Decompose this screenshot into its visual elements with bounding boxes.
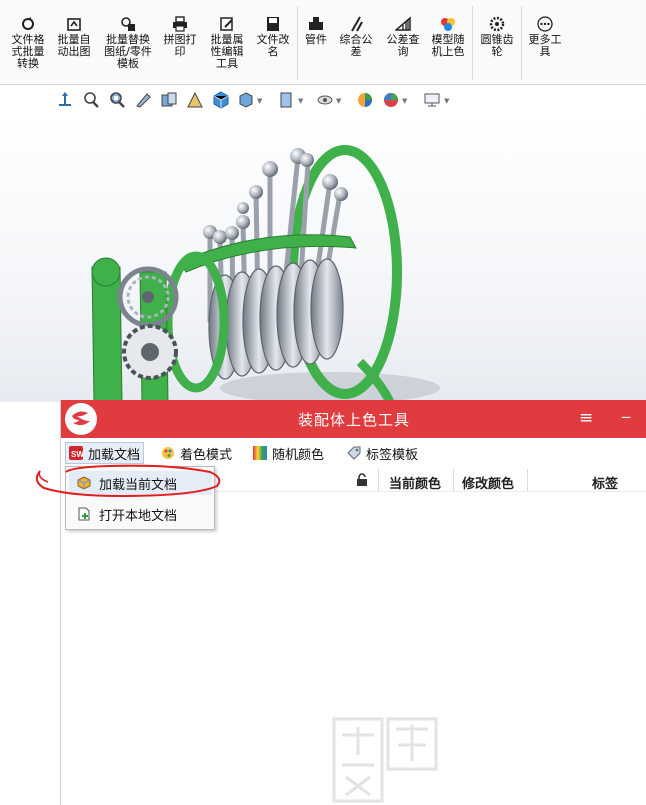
- shading-mode-label: 着色模式: [180, 447, 233, 463]
- bevel-gear-button[interactable]: 圆锥齿 轮: [476, 16, 518, 58]
- tolerance-button[interactable]: 综合公 差: [336, 16, 376, 58]
- tag-template-menu[interactable]: 标签模板: [347, 442, 418, 464]
- ribbon-label: 拼图打 印: [163, 33, 197, 58]
- gradient-icon: [253, 446, 267, 460]
- save-rename-icon: [267, 17, 279, 31]
- ribbon-label: 批量属 性编辑 工具: [210, 33, 244, 70]
- column-current-color[interactable]: 当前颜色: [389, 473, 441, 492]
- batch-drawing-icon: [67, 18, 81, 31]
- ribbon-toolbar: 文件格 式批量 转换 批量自 动出图 批量替换 图纸/零件 模板 拼图打 印 批…: [0, 0, 646, 85]
- pipe-fitting-icon: [309, 17, 323, 30]
- view-settings-icon[interactable]: [382, 91, 400, 109]
- batch-drawing-button[interactable]: 批量自 动出图: [54, 16, 94, 58]
- ribbon-label: 圆锥齿 轮: [480, 33, 514, 58]
- apply-scene-icon[interactable]: [356, 91, 374, 109]
- load-document-dropdown: 加载当前文档 打开本地文档: [65, 466, 215, 530]
- random-color-label: 随机颜色: [272, 447, 325, 463]
- load-current-document-item[interactable]: 加载当前文档: [69, 471, 212, 495]
- column-divider: [527, 469, 528, 491]
- more-tools-icon: [537, 16, 553, 32]
- ribbon-label: 更多工 具: [528, 33, 562, 58]
- pipe-fitting-button[interactable]: 管件: [300, 16, 332, 46]
- printer-icon: [173, 16, 187, 32]
- bevel-gear-icon: [489, 16, 505, 32]
- minimize-button[interactable]: ‒: [621, 407, 631, 426]
- monitor-icon[interactable]: [423, 91, 441, 109]
- sw-logo-icon: SW: [69, 446, 83, 460]
- load-document-menu[interactable]: SW 加载文档: [65, 442, 145, 464]
- tag-template-label: 标签模板: [366, 447, 419, 463]
- chevron-down-icon[interactable]: ▼: [298, 97, 303, 105]
- random-color-icon: [441, 18, 455, 31]
- section-view-icon[interactable]: [160, 91, 178, 109]
- watermark-seal: [332, 717, 438, 803]
- ribbon-label: 管件: [305, 33, 327, 46]
- tolerance-lookup-icon: [395, 16, 411, 31]
- ribbon-label: 模型随 机上色: [431, 33, 465, 58]
- random-color-menu[interactable]: 随机颜色: [253, 442, 324, 464]
- rename-button[interactable]: 文件改 名: [252, 16, 294, 58]
- column-divider: [378, 469, 379, 491]
- file-convert-icon: [22, 17, 34, 30]
- ribbon-label: 文件改 名: [256, 33, 290, 58]
- zoom-area-icon[interactable]: [108, 91, 126, 109]
- chevron-down-icon[interactable]: ▼: [444, 97, 449, 105]
- column-divider: [453, 469, 454, 491]
- column-tag[interactable]: 标签: [592, 473, 618, 492]
- ribbon-label: 综合公 差: [339, 33, 373, 58]
- chevron-down-icon[interactable]: ▼: [402, 97, 407, 105]
- ribbon-label: 公差查 询: [386, 33, 420, 58]
- tolerance-lookup-button[interactable]: 公差查 询: [382, 16, 424, 58]
- ribbon-separator: [472, 6, 473, 80]
- assembly-model-image: [91, 145, 440, 402]
- edit-properties-icon: [220, 17, 233, 31]
- view-orientation-icon[interactable]: [56, 91, 74, 109]
- column-modify-color[interactable]: 修改颜色: [462, 473, 514, 492]
- edit-properties-button[interactable]: 批量属 性编辑 工具: [206, 16, 248, 70]
- replace-template-icon: [121, 17, 135, 31]
- svg-text:SW: SW: [71, 450, 83, 459]
- ribbon-label: 批量替换 图纸/零件 模板: [104, 33, 152, 70]
- chevron-down-icon[interactable]: ▼: [257, 97, 262, 105]
- lock-icon[interactable]: [355, 473, 369, 487]
- panel-toolbar: SW 加载文档 着色模式 随机颜色 标签模板: [61, 440, 646, 466]
- graphics-viewport[interactable]: [0, 112, 646, 402]
- display-style-icon[interactable]: [237, 91, 255, 109]
- zoom-to-fit-icon[interactable]: [82, 91, 100, 109]
- view-toolbar: ▼ ▼ ▼ ▼ ▼: [0, 89, 646, 111]
- print-button[interactable]: 拼图打 印: [160, 16, 200, 58]
- hamburger-menu-icon[interactable]: ≡: [579, 408, 593, 428]
- shading-mode-menu[interactable]: 着色模式: [161, 442, 232, 464]
- ribbon-separator: [297, 6, 298, 80]
- tag-icon: [347, 446, 361, 460]
- open-local-document-item[interactable]: 打开本地文档: [69, 502, 212, 526]
- hide-show-icon[interactable]: [278, 91, 296, 109]
- cube-icon: [77, 476, 91, 490]
- ribbon-label: 文件格 式批量 转换: [11, 33, 45, 70]
- replace-template-button[interactable]: 批量替换 图纸/零件 模板: [100, 16, 156, 70]
- load-document-label: 加载文档: [88, 447, 141, 463]
- random-color-button[interactable]: 模型随 机上色: [428, 16, 468, 58]
- view-cube-icon[interactable]: [212, 91, 230, 109]
- panel-titlebar: 装配体上色工具 ≡ ‒: [61, 400, 646, 438]
- ribbon-separator: [521, 6, 522, 80]
- edit-appearance-icon[interactable]: [316, 91, 334, 109]
- ribbon-label: 批量自 动出图: [57, 33, 91, 58]
- chevron-down-icon[interactable]: ▼: [336, 97, 341, 105]
- palette-icon: [162, 447, 174, 459]
- open-file-icon: [78, 507, 90, 521]
- open-local-document-label: 打开本地文档: [99, 508, 178, 524]
- file-convert-button[interactable]: 文件格 式批量 转换: [8, 16, 48, 70]
- dynamic-annotation-icon[interactable]: [186, 91, 204, 109]
- panel-title: 装配体上色工具: [297, 411, 410, 429]
- more-tools-button[interactable]: 更多工 具: [525, 16, 565, 58]
- tolerance-icon: [351, 16, 363, 32]
- load-current-document-label: 加载当前文档: [99, 477, 178, 493]
- previous-view-icon[interactable]: [134, 91, 152, 109]
